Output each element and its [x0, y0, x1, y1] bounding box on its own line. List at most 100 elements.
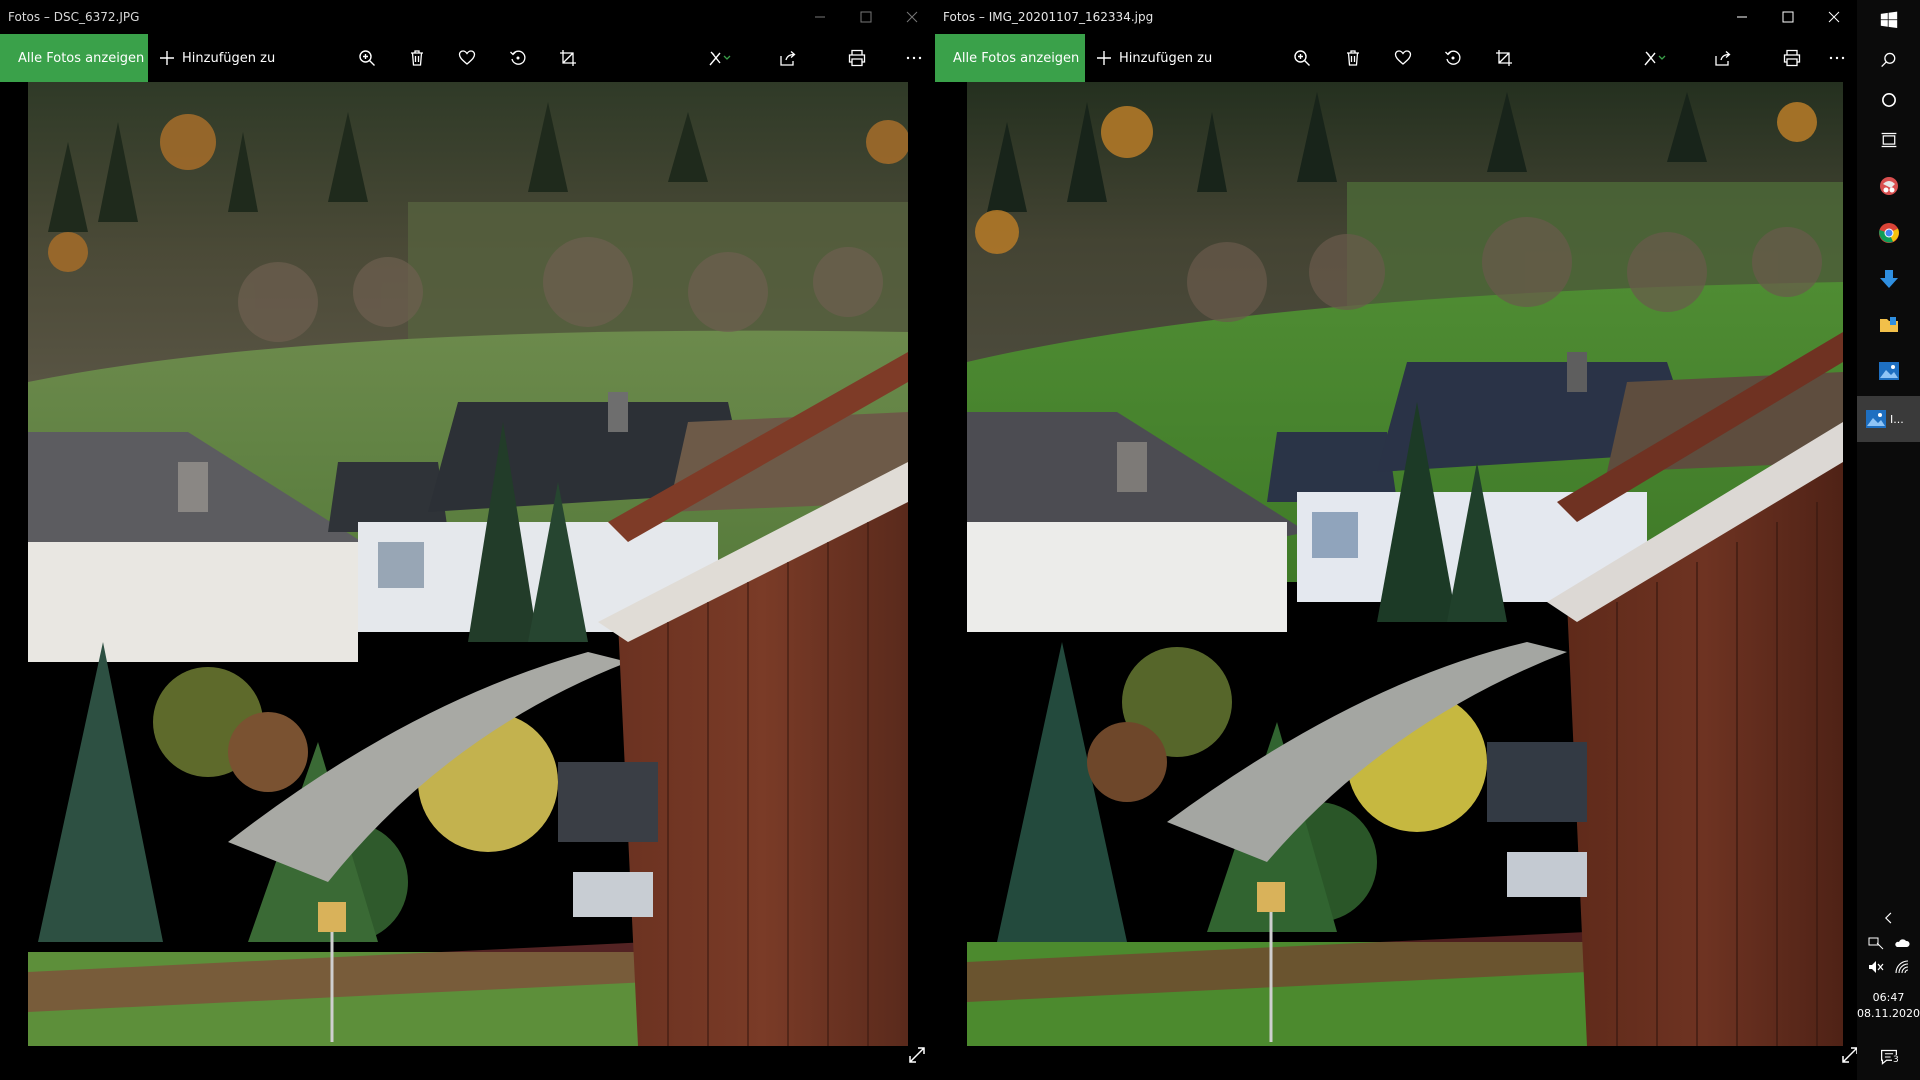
- favorite-button[interactable]: [1391, 34, 1415, 82]
- task-view-icon: [1881, 132, 1896, 148]
- download-arrow-icon: [1879, 270, 1898, 288]
- photos-window-left: Fotos – DSC_6372.JPG Alle Fotos anzeigen…: [0, 0, 935, 1080]
- delete-button[interactable]: [405, 34, 429, 82]
- notification-count-badge: 3: [1892, 1055, 1900, 1065]
- minimize-button[interactable]: [1719, 0, 1765, 34]
- volume-muted-icon[interactable]: [1868, 959, 1884, 975]
- taskbar-app-photos-active[interactable]: I...: [1857, 396, 1920, 442]
- cortana-circle-icon: [1881, 93, 1896, 107]
- favorite-button[interactable]: [455, 34, 479, 82]
- wifi-icon[interactable]: [1894, 959, 1910, 975]
- show-all-photos-label: Alle Fotos anzeigen: [953, 50, 1080, 66]
- photo-image: [28, 82, 908, 1046]
- minimize-button[interactable]: [797, 0, 843, 34]
- maximize-icon: [860, 11, 872, 23]
- edit-icon: [709, 51, 731, 66]
- expand-icon: [909, 1047, 925, 1063]
- chevron-left-icon: [1884, 912, 1891, 924]
- taskbar: I... 06:47 08.11.2020 3: [1857, 0, 1920, 1080]
- task-view-button[interactable]: [1857, 120, 1920, 160]
- minimize-icon: [1737, 16, 1747, 18]
- print-icon: [848, 49, 866, 67]
- photos-icon: [1866, 410, 1886, 428]
- taskbar-app-chrome[interactable]: [1857, 212, 1920, 254]
- fullscreen-button[interactable]: [1835, 1040, 1857, 1070]
- maximize-button[interactable]: [1765, 0, 1811, 34]
- plus-icon: [160, 51, 174, 65]
- search-icon: [1880, 52, 1895, 68]
- window-title: Fotos – DSC_6372.JPG: [8, 10, 140, 24]
- taskbar-app-file-explorer[interactable]: [1857, 304, 1920, 346]
- expand-icon: [1842, 1047, 1857, 1063]
- delete-button[interactable]: [1341, 34, 1365, 82]
- start-button[interactable]: [1857, 0, 1920, 40]
- windows-logo-icon: [1880, 11, 1897, 29]
- add-to-label: Hinzufügen zu: [1119, 50, 1213, 66]
- clock-date: 08.11.2020: [1857, 1007, 1920, 1020]
- photos-window-right: Fotos – IMG_20201107_162334.jpg Alle Fot…: [935, 0, 1857, 1080]
- share-icon: [1715, 51, 1731, 66]
- edit-create-button[interactable]: [1637, 34, 1673, 82]
- add-to-button[interactable]: Hinzufügen zu: [1085, 34, 1224, 82]
- search-button[interactable]: [1857, 40, 1920, 80]
- add-to-label: Hinzufügen zu: [182, 50, 276, 66]
- maximize-icon: [1782, 11, 1794, 23]
- edit-icon: [1644, 51, 1666, 66]
- minimize-icon: [815, 16, 825, 18]
- delete-icon: [411, 50, 423, 66]
- action-center-button[interactable]: 3: [1857, 1040, 1920, 1074]
- crop-icon: [1496, 50, 1512, 66]
- heart-icon: [458, 50, 476, 65]
- rotate-icon: [510, 50, 526, 65]
- taskbar-app-snipping[interactable]: [1857, 165, 1920, 207]
- crop-icon: [560, 50, 576, 66]
- fullscreen-button[interactable]: [902, 1040, 932, 1070]
- crop-button[interactable]: [1492, 34, 1516, 82]
- show-all-photos-button[interactable]: Alle Fotos anzeigen: [0, 34, 148, 82]
- close-button[interactable]: [889, 0, 935, 34]
- titlebar: Fotos – IMG_20201107_162334.jpg: [935, 0, 1857, 34]
- photo-viewer[interactable]: [967, 82, 1843, 1046]
- taskbar-app-downloader[interactable]: [1857, 258, 1920, 300]
- edit-create-button[interactable]: [702, 34, 738, 82]
- print-button[interactable]: [845, 34, 869, 82]
- maximize-button[interactable]: [843, 0, 889, 34]
- photo-viewer[interactable]: [28, 82, 908, 1046]
- snipping-tool-icon: [1879, 177, 1898, 195]
- taskbar-app-photos[interactable]: [1857, 350, 1920, 392]
- titlebar: Fotos – DSC_6372.JPG: [0, 0, 935, 34]
- more-button[interactable]: [902, 34, 926, 82]
- folder-icon: [1879, 317, 1898, 332]
- show-all-photos-button[interactable]: Alle Fotos anzeigen: [935, 34, 1085, 82]
- crop-button[interactable]: [556, 34, 580, 82]
- zoom-button[interactable]: [1290, 34, 1314, 82]
- print-button[interactable]: [1780, 34, 1804, 82]
- clock-time: 06:47: [1872, 991, 1905, 1004]
- share-button[interactable]: [1711, 34, 1735, 82]
- more-button[interactable]: [1825, 34, 1849, 82]
- tray-row-1: [1863, 933, 1915, 953]
- onedrive-cloud-icon[interactable]: [1894, 935, 1910, 951]
- keyboard-language-icon[interactable]: [1868, 935, 1884, 951]
- more-icon: [1829, 56, 1845, 60]
- zoom-button[interactable]: [355, 34, 379, 82]
- rotate-button[interactable]: [506, 34, 530, 82]
- show-hidden-icons-button[interactable]: [1857, 905, 1920, 931]
- toolbar: Alle Fotos anzeigen Hinzufügen zu: [0, 34, 935, 82]
- window-title: Fotos – IMG_20201107_162334.jpg: [943, 10, 1154, 24]
- rotate-button[interactable]: [1441, 34, 1465, 82]
- close-icon: [906, 11, 918, 23]
- add-to-button[interactable]: Hinzufügen zu: [148, 34, 287, 82]
- print-icon: [1783, 49, 1801, 67]
- zoom-in-icon: [1294, 50, 1310, 66]
- share-icon: [780, 51, 796, 66]
- cortana-button[interactable]: [1857, 80, 1920, 120]
- more-icon: [906, 56, 922, 60]
- close-button[interactable]: [1811, 0, 1857, 34]
- close-icon: [1828, 11, 1840, 23]
- show-all-photos-label: Alle Fotos anzeigen: [18, 50, 145, 66]
- chrome-icon: [1878, 223, 1899, 243]
- toolbar: Alle Fotos anzeigen Hinzufügen zu: [935, 34, 1857, 82]
- share-button[interactable]: [776, 34, 800, 82]
- clock[interactable]: 06:47 08.11.2020: [1857, 990, 1920, 1022]
